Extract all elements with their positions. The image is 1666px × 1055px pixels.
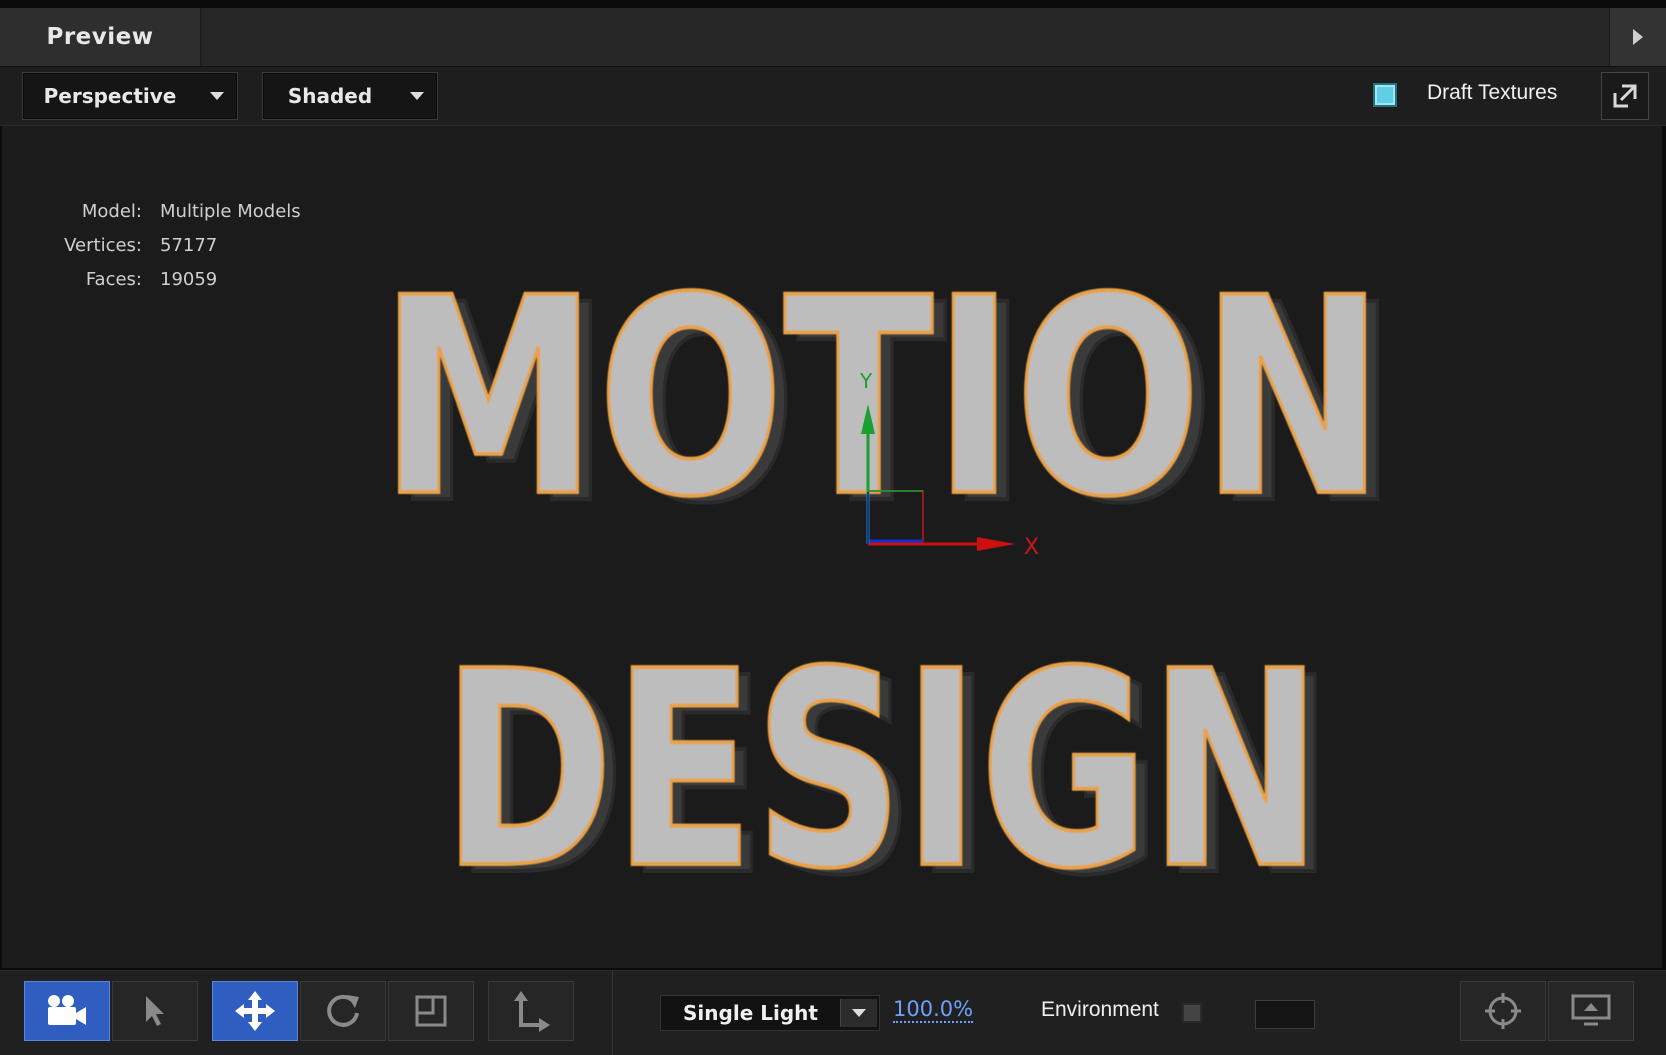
divider bbox=[612, 971, 613, 1055]
axis-x-label: X bbox=[1024, 535, 1039, 560]
view-mode-label: Perspective bbox=[43, 84, 177, 108]
rotate-icon bbox=[327, 994, 359, 1027]
chevron-down-icon bbox=[397, 92, 437, 100]
stat-row-vertices: Vertices: 57177 bbox=[57, 228, 301, 262]
scale-icon bbox=[415, 995, 447, 1027]
axis-y-label: Y bbox=[859, 369, 873, 393]
select-tool-button[interactable] bbox=[112, 981, 198, 1041]
draft-textures-checkbox[interactable] bbox=[1373, 83, 1397, 107]
stat-key: Faces: bbox=[85, 268, 142, 290]
stat-key: Vertices: bbox=[64, 234, 142, 256]
crosshair-icon bbox=[1485, 993, 1521, 1029]
draft-textures-label: Draft Textures bbox=[1427, 81, 1558, 104]
tab-preview[interactable]: Preview bbox=[0, 8, 201, 66]
camera-tool-button[interactable] bbox=[24, 981, 110, 1041]
move-icon bbox=[235, 991, 275, 1031]
stat-value: Multiple Models bbox=[160, 200, 301, 222]
3d-viewport[interactable]: MOTION MOTION DESIGN DESIGN X Y Model: M… bbox=[2, 126, 1662, 968]
move-tool-button[interactable] bbox=[212, 981, 298, 1041]
scale-tool-button[interactable] bbox=[388, 981, 474, 1041]
environment-color-swatch[interactable] bbox=[1255, 1000, 1315, 1029]
monitor-icon bbox=[1571, 994, 1611, 1026]
rotate-tool-button[interactable] bbox=[300, 981, 386, 1041]
viewport-toolbar: Perspective Shaded Draft Textures bbox=[0, 67, 1666, 126]
lighting-dropdown[interactable]: Single Light bbox=[660, 995, 880, 1031]
stat-key: Model: bbox=[81, 200, 142, 222]
stat-row-model: Model: Multiple Models bbox=[57, 194, 301, 228]
chevron-down-icon bbox=[840, 999, 877, 1027]
collapse-panel-button[interactable] bbox=[1609, 8, 1666, 66]
panel-header: Preview bbox=[0, 8, 1666, 67]
tab-preview-label: Preview bbox=[46, 24, 154, 50]
chevron-down-icon bbox=[197, 92, 237, 100]
lighting-label: Single Light bbox=[683, 1001, 818, 1025]
view-mode-dropdown[interactable]: Perspective bbox=[22, 72, 238, 120]
scene-text-line1: MOTION bbox=[380, 241, 1385, 557]
stat-row-faces: Faces: 19059 bbox=[57, 262, 301, 296]
environment-checkbox[interactable] bbox=[1182, 1003, 1202, 1023]
model-stats: Model: Multiple Models Vertices: 57177 F… bbox=[57, 194, 301, 296]
environment-label: Environment bbox=[1041, 998, 1159, 1021]
recenter-button[interactable] bbox=[1460, 981, 1546, 1041]
maximize-icon bbox=[1613, 84, 1637, 108]
axis-tool-button[interactable] bbox=[488, 981, 574, 1041]
stat-value: 57177 bbox=[160, 234, 218, 256]
shading-mode-label: Shaded bbox=[287, 84, 373, 108]
maximize-button[interactable] bbox=[1601, 72, 1649, 120]
axis-icon bbox=[514, 991, 550, 1032]
scene-text-line2: DESIGN bbox=[442, 613, 1322, 928]
select-arrow-icon bbox=[146, 996, 164, 1026]
shading-mode-dropdown[interactable]: Shaded bbox=[262, 72, 438, 120]
display-button[interactable] bbox=[1548, 981, 1634, 1041]
stat-value: 19059 bbox=[160, 268, 218, 290]
bottom-toolbar: Single Light 100.0% Environment bbox=[0, 970, 1666, 1055]
play-arrow-icon bbox=[1633, 29, 1643, 45]
zoom-value[interactable]: 100.0% bbox=[893, 997, 974, 1023]
camera-icon bbox=[48, 995, 86, 1025]
